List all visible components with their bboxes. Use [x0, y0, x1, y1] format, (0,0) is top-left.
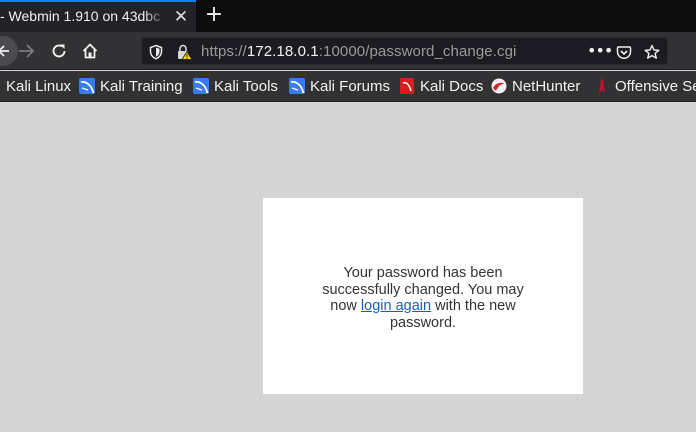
tab-title: - Webmin 1.910 on 43dbc	[0, 8, 161, 24]
nethunter-icon	[491, 78, 507, 94]
tab-strip: - Webmin 1.910 on 43dbc ✕ +	[0, 0, 696, 32]
kali-icon	[193, 78, 209, 94]
bookmark-label: NetHunter	[512, 77, 581, 95]
url-host: 172.18.0.1	[246, 43, 319, 60]
address-bar[interactable]: https://172.18.0.1:10000/password_change…	[141, 37, 668, 65]
bookmark-kali-tools[interactable]: Kali Tools	[193, 76, 278, 96]
bookmark-label: Offensive Se	[615, 77, 696, 95]
success-message: Your password has been successfully chan…	[311, 265, 535, 331]
bookmark-star-icon[interactable]	[644, 44, 660, 60]
bookmark-kali-linux[interactable]: Kali Linux	[6, 76, 71, 96]
bookmark-kali-forums[interactable]: Kali Forums	[289, 76, 390, 96]
bookmark-label: Kali Linux	[6, 77, 72, 95]
pocket-icon[interactable]	[616, 44, 632, 60]
url-scheme: https://	[201, 43, 247, 60]
bookmark-label: Kali Forums	[310, 77, 391, 95]
new-tab-button[interactable]: +	[203, 3, 225, 27]
home-button[interactable]	[77, 38, 103, 64]
home-icon	[82, 43, 98, 59]
tracking-shield-icon[interactable]	[148, 44, 164, 60]
kali-icon	[289, 78, 305, 94]
kali-icon	[79, 78, 95, 94]
login-again-link[interactable]: login again	[361, 298, 431, 314]
password-changed-panel: Your password has been successfully chan…	[263, 198, 583, 394]
navigation-toolbar: https://172.18.0.1:10000/password_change…	[0, 32, 696, 70]
url-text[interactable]: https://172.18.0.1:10000/password_change…	[201, 43, 516, 61]
bookmark-label: Kali Training	[100, 77, 183, 95]
back-arrow-icon	[0, 45, 9, 57]
bookmark-offensive-security[interactable]: Offensive Se	[594, 76, 696, 96]
forward-arrow-icon	[19, 44, 35, 58]
reload-button[interactable]	[46, 38, 72, 64]
forward-button[interactable]	[13, 38, 39, 64]
docs-icon	[400, 78, 414, 94]
insecure-lock-warning-icon[interactable]	[176, 44, 192, 60]
bookmark-nethunter[interactable]: NetHunter	[491, 76, 580, 96]
reload-icon	[52, 44, 66, 58]
close-tab-icon[interactable]: ✕	[172, 8, 190, 26]
bookmark-kali-training[interactable]: Kali Training	[79, 76, 183, 96]
page-actions-menu-icon[interactable]: •••	[587, 42, 613, 60]
url-path: :10000/password_change.cgi	[318, 43, 517, 60]
bookmark-label: Kali Docs	[420, 77, 484, 95]
offsec-icon	[599, 78, 605, 93]
bookmark-kali-docs[interactable]: Kali Docs	[399, 76, 483, 96]
bookmark-label: Kali Tools	[214, 77, 278, 95]
bookmarks-toolbar: Kali Linux Kali Training Kali Tools Kali…	[0, 71, 696, 102]
active-tab[interactable]: - Webmin 1.910 on 43dbc ✕	[0, 0, 196, 32]
